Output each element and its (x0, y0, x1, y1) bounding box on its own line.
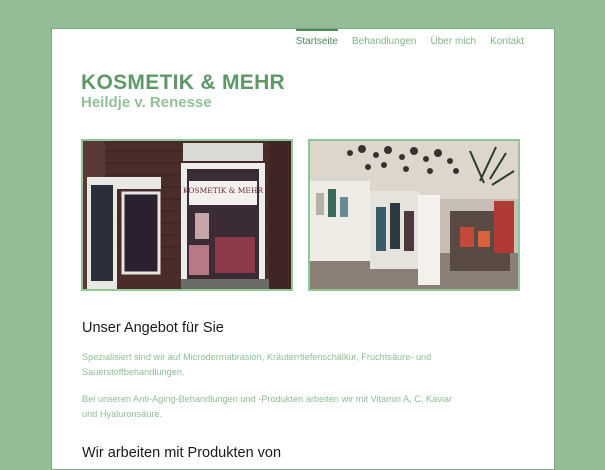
logo-title[interactable]: KOSMETIK & MEHR (81, 71, 285, 95)
paragraph-specialization: Spezialisiert sind wir auf Microdermabra… (82, 352, 432, 377)
storefront-photo: KOSMETIK & MEHR (81, 139, 293, 291)
interior-photo (308, 139, 520, 291)
page-container: Startseite Behandlungen Über mich Kontak… (51, 28, 555, 470)
nav-ueber-mich[interactable]: Über mich (431, 29, 477, 49)
main-nav: Startseite Behandlungen Über mich Kontak… (282, 29, 524, 49)
heading-products: Wir arbeiten mit Produkten von (82, 445, 282, 461)
storefront-sign-text: KOSMETIK & MEHR (183, 186, 264, 195)
logo-subtitle: Heildje v. Renesse (81, 94, 212, 111)
heading-offer: Unser Angebot für Sie (82, 320, 224, 336)
nav-startseite[interactable]: Startseite (295, 29, 338, 49)
nav-behandlungen[interactable]: Behandlungen (352, 29, 417, 49)
paragraph-anti-aging: Bei unseren Anti-Aging-Behandlungen und … (82, 394, 453, 419)
nav-kontakt[interactable]: Kontakt (490, 29, 524, 49)
